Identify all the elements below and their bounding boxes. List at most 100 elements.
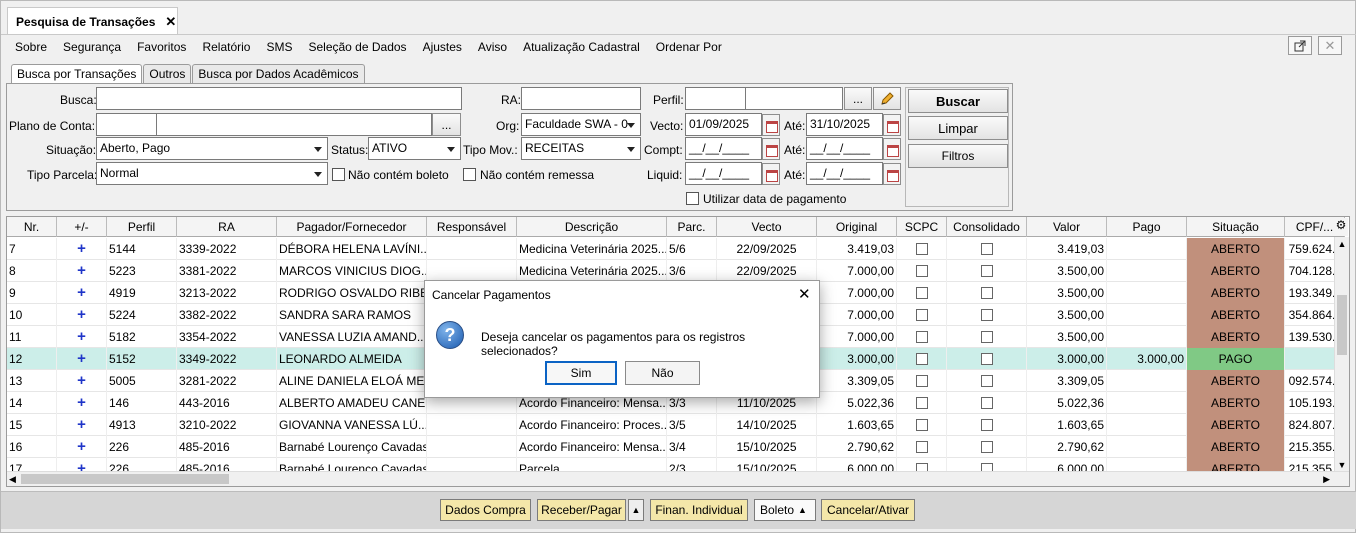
- consolidado-checkbox[interactable]: [947, 414, 1027, 436]
- calendar-icon[interactable]: [883, 138, 901, 160]
- consolidado-checkbox[interactable]: [947, 348, 1027, 370]
- expand-plus-icon[interactable]: +: [57, 392, 107, 414]
- plano-lookup-button[interactable]: ...: [432, 113, 461, 136]
- dialog-close-icon[interactable]: ✕: [798, 285, 811, 303]
- column-header[interactable]: Situação: [1187, 217, 1285, 237]
- buscar-button[interactable]: Buscar: [908, 89, 1008, 113]
- plano-code-input[interactable]: [96, 113, 157, 136]
- tipo-parcela-select[interactable]: Normal: [96, 162, 328, 185]
- column-header[interactable]: +/-: [57, 217, 107, 237]
- column-header[interactable]: SCPC: [897, 217, 947, 237]
- popout-icon[interactable]: [1288, 36, 1312, 55]
- consolidado-checkbox[interactable]: [947, 282, 1027, 304]
- expand-plus-icon[interactable]: +: [57, 348, 107, 370]
- scpc-checkbox[interactable]: [897, 370, 947, 392]
- vecto-to-input[interactable]: 31/10/2025: [806, 113, 883, 136]
- scpc-checkbox[interactable]: [897, 238, 947, 260]
- org-select[interactable]: Faculdade SWA - 0: [521, 113, 641, 136]
- expand-plus-icon[interactable]: +: [57, 304, 107, 326]
- table-row[interactable]: 8 +5223 3381-2022 MARCOS VINICIUS DIOG... Me…: [7, 260, 1345, 282]
- menu-atualizacao-cadastral[interactable]: Atualização Cadastral: [515, 40, 648, 54]
- scpc-checkbox[interactable]: [897, 414, 947, 436]
- boleto-button[interactable]: Boleto ▲: [754, 499, 816, 521]
- expand-plus-icon[interactable]: +: [57, 436, 107, 458]
- column-header[interactable]: Pagador/Fornecedor: [277, 217, 427, 237]
- compt-from-input[interactable]: __/__/____: [685, 137, 762, 160]
- column-header[interactable]: Valor: [1027, 217, 1107, 237]
- consolidado-checkbox[interactable]: [947, 370, 1027, 392]
- nao-remessa-checkbox[interactable]: [463, 168, 476, 181]
- scpc-checkbox[interactable]: [897, 392, 947, 414]
- limpar-button[interactable]: Limpar: [908, 116, 1008, 140]
- situacao-select[interactable]: Aberto, Pago: [96, 137, 328, 160]
- expand-plus-icon[interactable]: +: [57, 238, 107, 260]
- horizontal-scrollbar[interactable]: ◀ ▶: [7, 471, 1349, 486]
- close-tab-icon[interactable]: ✕: [165, 14, 176, 30]
- menu-ajustes[interactable]: Ajustes: [415, 40, 470, 54]
- expand-plus-icon[interactable]: +: [57, 282, 107, 304]
- consolidado-checkbox[interactable]: [947, 326, 1027, 348]
- nao-button[interactable]: Não: [625, 361, 700, 385]
- column-header[interactable]: Perfil: [107, 217, 177, 237]
- consolidado-checkbox[interactable]: [947, 436, 1027, 458]
- cancelar-ativar-button[interactable]: Cancelar/Ativar: [821, 499, 915, 521]
- scpc-checkbox[interactable]: [897, 326, 947, 348]
- calendar-icon[interactable]: [883, 114, 901, 136]
- receber-pagar-dropdown-icon[interactable]: ▲: [628, 499, 644, 521]
- table-row[interactable]: 15 +4913 3210-2022 GIOVANNA VANESSA LÚ... Ac…: [7, 414, 1345, 436]
- settings-icon[interactable]: ⚙: [1334, 218, 1348, 236]
- column-header[interactable]: Original: [817, 217, 897, 237]
- receber-pagar-button[interactable]: Receber/Pagar: [537, 499, 626, 521]
- liquid-to-input[interactable]: __/__/____: [806, 162, 883, 185]
- menu-sobre[interactable]: Sobre: [7, 40, 55, 54]
- consolidado-checkbox[interactable]: [947, 260, 1027, 282]
- calendar-icon[interactable]: [762, 114, 780, 136]
- column-header[interactable]: Parc.: [667, 217, 717, 237]
- utilizar-data-checkbox[interactable]: [686, 192, 699, 205]
- menu-sms[interactable]: SMS: [258, 40, 300, 54]
- dados-compra-button[interactable]: Dados Compra: [440, 499, 531, 521]
- calendar-icon[interactable]: [762, 163, 780, 185]
- column-header[interactable]: Vecto: [717, 217, 817, 237]
- scpc-checkbox[interactable]: [897, 304, 947, 326]
- perfil-code-input[interactable]: [685, 87, 746, 110]
- table-row[interactable]: 16 +226 485-2016 Barnabé Lourenço Cavadas Ac…: [7, 436, 1345, 458]
- status-select[interactable]: ATIVO: [368, 137, 461, 160]
- column-header[interactable]: RA: [177, 217, 277, 237]
- menu-aviso[interactable]: Aviso: [470, 40, 515, 54]
- scpc-checkbox[interactable]: [897, 282, 947, 304]
- column-header[interactable]: Nr.: [7, 217, 57, 237]
- close-window-icon[interactable]: ✕: [1318, 36, 1342, 55]
- vecto-from-input[interactable]: 01/09/2025: [685, 113, 762, 136]
- menu-selecao-dados[interactable]: Seleção de Dados: [300, 40, 414, 54]
- column-header[interactable]: Descrição: [517, 217, 667, 237]
- sim-button[interactable]: Sim: [545, 361, 617, 385]
- scpc-checkbox[interactable]: [897, 348, 947, 370]
- consolidado-checkbox[interactable]: [947, 392, 1027, 414]
- column-header[interactable]: Pago: [1107, 217, 1187, 237]
- subtab-busca-academicos[interactable]: Busca por Dados Acadêmicos: [192, 64, 365, 83]
- scpc-checkbox[interactable]: [897, 436, 947, 458]
- menu-relatorio[interactable]: Relatório: [194, 40, 258, 54]
- nao-boleto-checkbox[interactable]: [332, 168, 345, 181]
- expand-plus-icon[interactable]: +: [57, 326, 107, 348]
- scpc-checkbox[interactable]: [897, 260, 947, 282]
- compt-to-input[interactable]: __/__/____: [806, 137, 883, 160]
- expand-plus-icon[interactable]: +: [57, 414, 107, 436]
- perfil-name-input[interactable]: [745, 87, 843, 110]
- filtros-button[interactable]: Filtros: [908, 144, 1008, 168]
- table-row[interactable]: 7 +5144 3339-2022 DÉBORA HELENA LAVÍNI... Me…: [7, 238, 1345, 260]
- plano-name-input[interactable]: [156, 113, 432, 136]
- subtab-busca-transacoes[interactable]: Busca por Transações: [11, 64, 143, 84]
- calendar-icon[interactable]: [883, 163, 901, 185]
- menu-ordenar-por[interactable]: Ordenar Por: [648, 40, 730, 54]
- tab-pesquisa-transacoes[interactable]: Pesquisa de Transações ✕: [7, 7, 178, 35]
- column-header[interactable]: Responsável: [427, 217, 517, 237]
- calendar-icon[interactable]: [762, 138, 780, 160]
- finan-individual-button[interactable]: Finan. Individual: [650, 499, 748, 521]
- tipomov-select[interactable]: RECEITAS: [521, 137, 641, 160]
- liquid-from-input[interactable]: __/__/____: [685, 162, 762, 185]
- menu-favoritos[interactable]: Favoritos: [129, 40, 194, 54]
- subtab-outros[interactable]: Outros: [143, 64, 192, 83]
- column-header[interactable]: Consolidado: [947, 217, 1027, 237]
